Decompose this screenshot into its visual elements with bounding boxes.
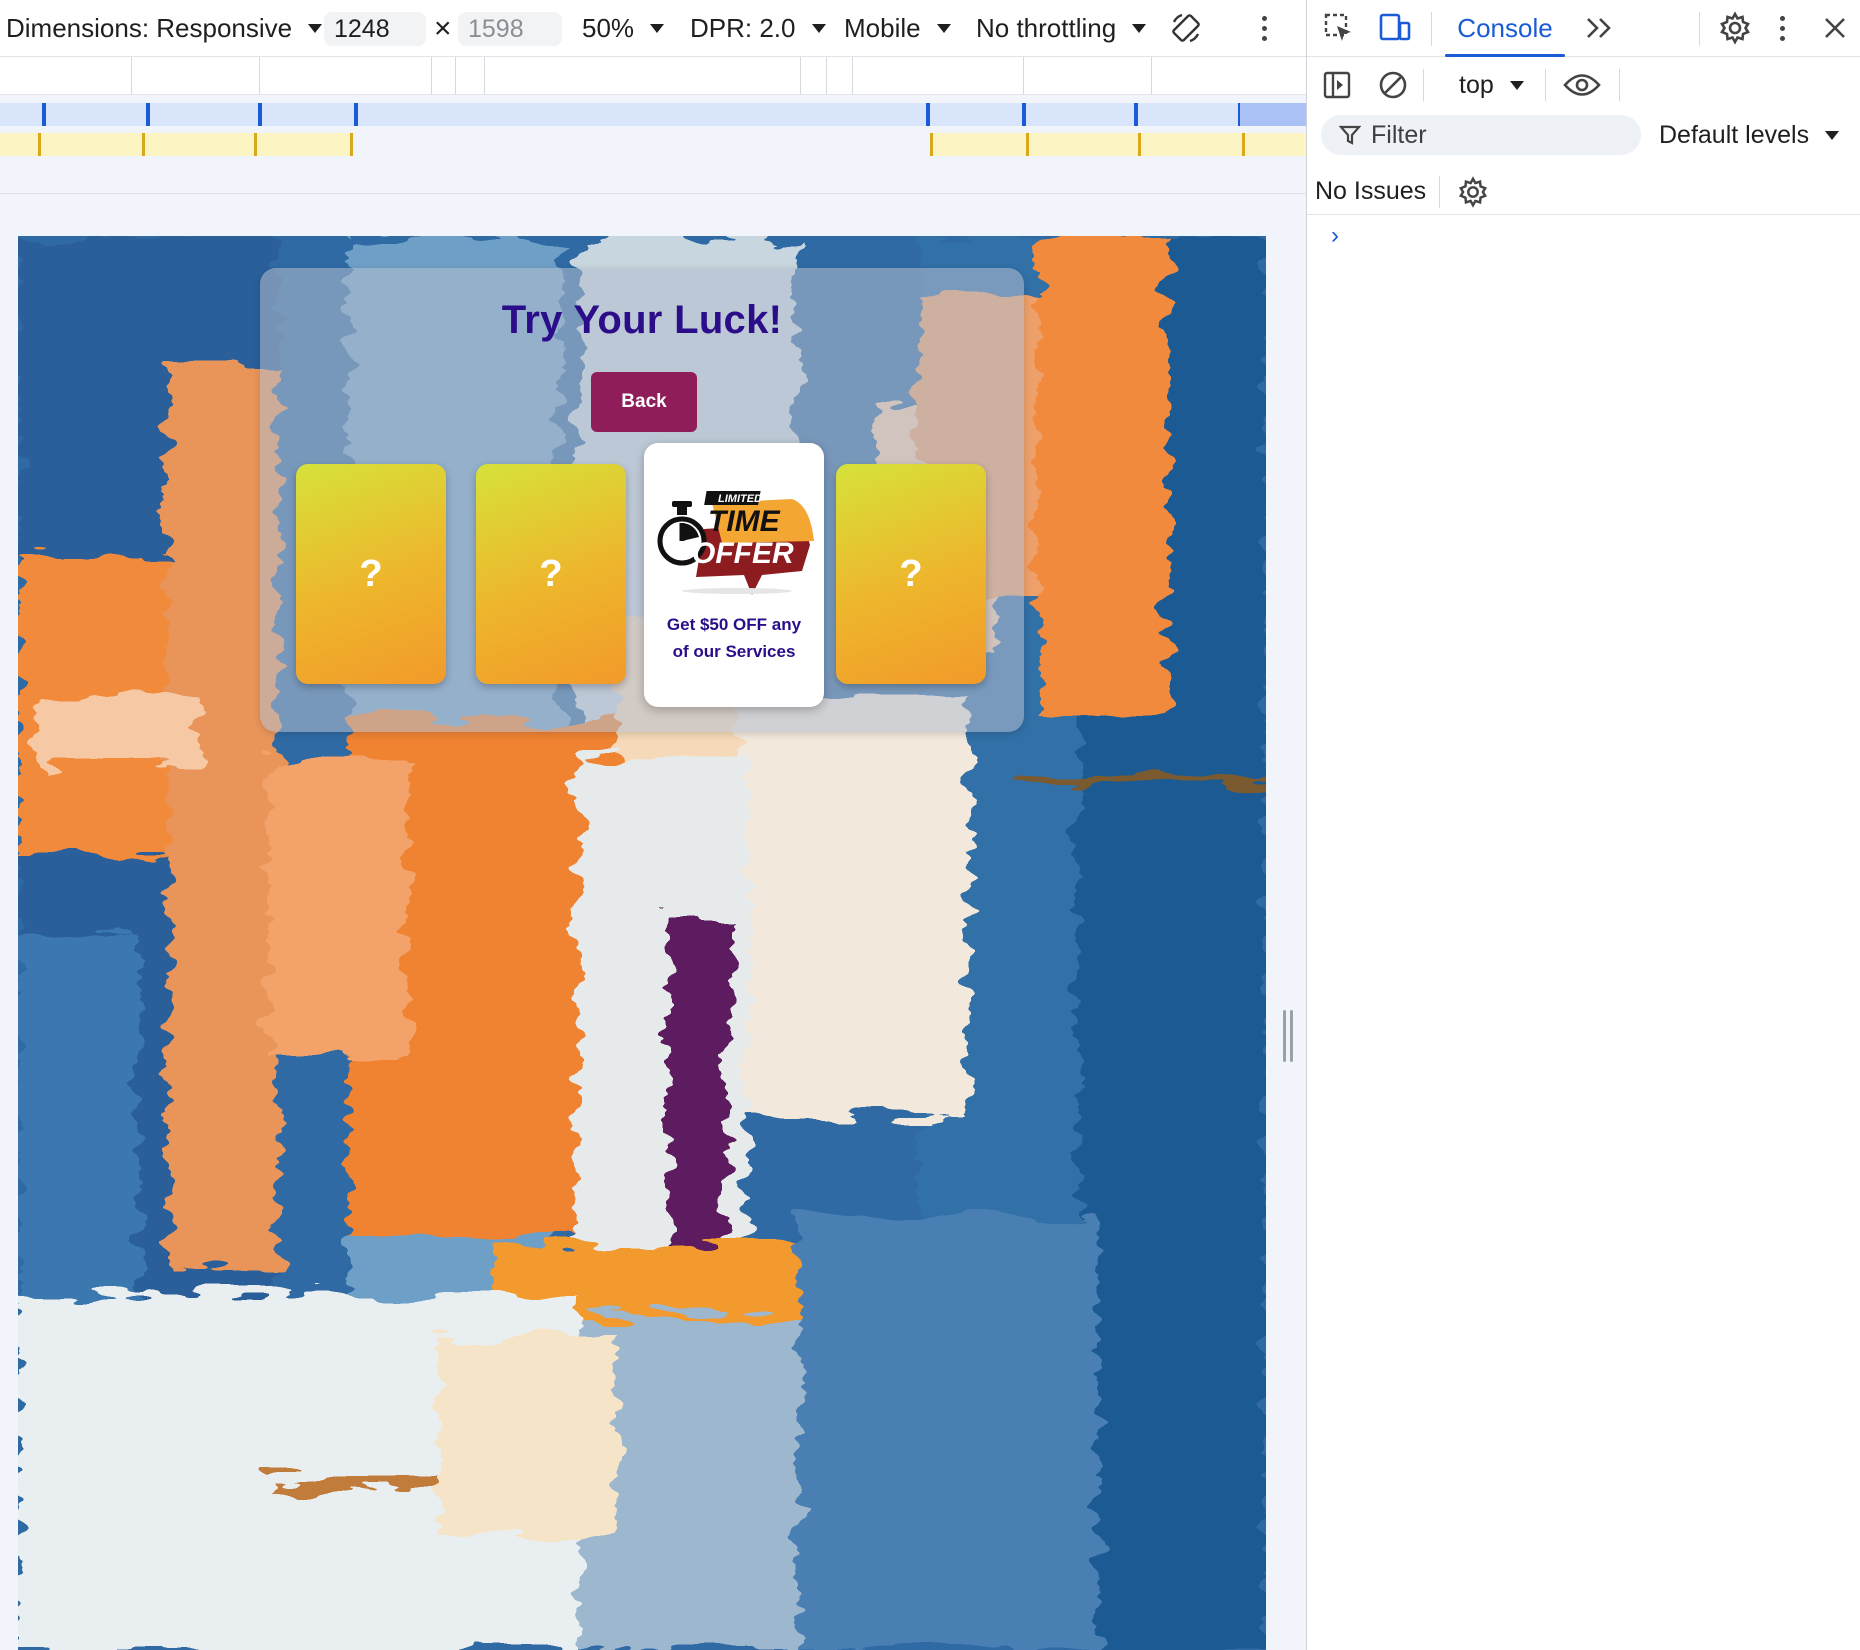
device-type-label: Mobile xyxy=(844,13,921,43)
filter-icon xyxy=(1339,125,1361,145)
log-levels-label: Default levels xyxy=(1659,120,1810,149)
throttling-label: No throttling xyxy=(976,13,1117,43)
close-icon[interactable] xyxy=(1819,12,1851,44)
console-settings-gear-icon[interactable] xyxy=(1455,174,1491,210)
more-tabs-icon[interactable] xyxy=(1579,10,1619,46)
chevron-down-icon xyxy=(650,24,665,33)
dpr-label: DPR: 2.0 xyxy=(690,13,796,43)
chevron-down-icon xyxy=(308,24,323,33)
chevron-down-icon xyxy=(811,24,826,33)
max-width-query-bar[interactable] xyxy=(0,103,1306,126)
revealed-prize-card: LIMITED TIME OFFER Get $50 OFF any of ou… xyxy=(644,443,824,707)
tab-console[interactable]: Console xyxy=(1437,0,1573,57)
width-input[interactable]: 1248 xyxy=(324,12,426,46)
console-prompt[interactable]: › xyxy=(1331,222,1339,250)
card-question-mark: ? xyxy=(899,552,923,595)
dimensions-dropdown[interactable]: Dimensions: Responsive xyxy=(6,0,323,57)
zoom-dropdown[interactable]: 50% xyxy=(582,0,665,57)
dimensions-label: Dimensions: Responsive xyxy=(6,13,293,43)
game-panel: Try Your Luck! Back ? ? LIMITED TIME OFF… xyxy=(260,268,1024,732)
devtools-tab-bar: Console xyxy=(1307,0,1860,57)
media-query-bars xyxy=(0,57,1306,197)
chevron-down-icon xyxy=(1825,130,1840,140)
sidebar-toggle-icon[interactable] xyxy=(1321,69,1353,101)
limited-time-offer-logo: LIMITED TIME OFFER xyxy=(657,491,814,595)
issues-label[interactable]: No Issues xyxy=(1315,168,1426,215)
console-toolbar: top xyxy=(1307,57,1860,113)
log-levels-dropdown[interactable]: Default levels xyxy=(1659,115,1840,155)
emulated-viewport: Try Your Luck! Back ? ? LIMITED TIME OFF… xyxy=(18,236,1266,1650)
dpr-dropdown[interactable]: DPR: 2.0 xyxy=(690,0,826,57)
device-toolbar: Dimensions: Responsive 1248 × 1598 50% D… xyxy=(0,0,1306,57)
ruler xyxy=(0,57,1306,95)
resize-handle[interactable] xyxy=(1281,1010,1295,1062)
chevron-down-icon xyxy=(1132,24,1147,33)
logo-text-time: TIME xyxy=(708,505,781,538)
filter-input[interactable]: Filter xyxy=(1321,115,1641,155)
clear-console-icon[interactable] xyxy=(1377,69,1409,101)
card-question-mark: ? xyxy=(539,552,563,595)
context-selector[interactable]: top xyxy=(1459,57,1524,113)
height-input[interactable]: 1598 xyxy=(458,12,562,46)
back-button[interactable]: Back xyxy=(591,372,697,432)
prize-text: Get $50 OFF any of our Services xyxy=(666,615,802,661)
rotate-icon[interactable] xyxy=(1166,8,1206,48)
filter-placeholder: Filter xyxy=(1371,120,1427,149)
times-symbol: × xyxy=(434,12,452,45)
device-type-dropdown[interactable]: Mobile xyxy=(844,0,951,57)
inspect-element-icon[interactable] xyxy=(1321,10,1357,46)
zoom-label: 50% xyxy=(582,13,635,43)
eye-icon[interactable] xyxy=(1561,67,1603,103)
throttling-dropdown[interactable]: No throttling xyxy=(976,0,1147,57)
context-label: top xyxy=(1459,70,1494,99)
mystery-card-2[interactable]: ? xyxy=(476,464,626,684)
devtools-menu-icon[interactable] xyxy=(1779,16,1785,41)
card-question-mark: ? xyxy=(359,552,383,595)
logo-text-limited: LIMITED xyxy=(718,493,762,505)
more-options-icon[interactable] xyxy=(1261,16,1267,41)
devtools-panel: Console top Filter Default levels No Iss… xyxy=(1306,0,1860,1650)
page-title: Try Your Luck! xyxy=(501,298,783,342)
mystery-card-4[interactable]: ? xyxy=(836,464,986,684)
min-width-query-bar[interactable] xyxy=(0,133,1306,156)
issues-row: No Issues xyxy=(1307,168,1860,215)
chevron-down-icon xyxy=(1509,80,1524,90)
settings-gear-icon[interactable] xyxy=(1715,8,1755,48)
mystery-card-1[interactable]: ? xyxy=(296,464,446,684)
device-toggle-icon[interactable] xyxy=(1377,10,1413,46)
chevron-down-icon xyxy=(936,24,951,33)
logo-text-offer: OFFER xyxy=(692,537,794,570)
